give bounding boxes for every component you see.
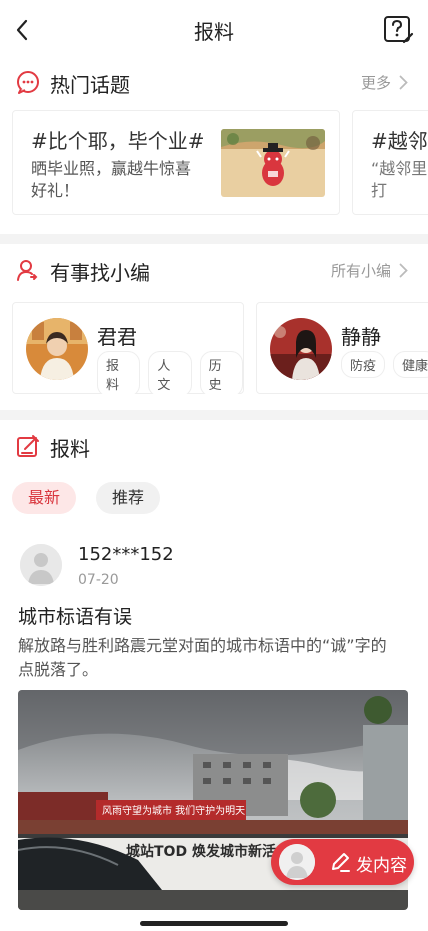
- find-editor-header: 有事找小编 所有小编: [0, 248, 428, 292]
- hot-topics-more-link[interactable]: 更多: [361, 72, 408, 93]
- hot-topics-section: 热门话题 更多 #比个耶，毕个业# 晒毕业照，赢越牛惊喜好礼！ #越邻 “越邻里…: [0, 60, 428, 234]
- editors-scroll[interactable]: 君君 报料 人文 历史 静静 防疫 健康: [12, 302, 428, 394]
- topic-title: #比个耶，毕个业#: [31, 129, 205, 153]
- find-editor-title: 有事找小编: [50, 261, 150, 285]
- photo-banner-text: 风雨守望为城市 我们守护为明天: [102, 804, 245, 817]
- home-indicator: [140, 921, 288, 926]
- report-tabs: 最新 推荐: [12, 482, 161, 514]
- tag[interactable]: 健康: [393, 351, 428, 378]
- page-title: 报料: [194, 20, 234, 44]
- person-icon: [17, 260, 38, 281]
- help-edit-icon: [384, 16, 414, 44]
- chat-bubble-icon: [17, 71, 39, 94]
- avatar[interactable]: [20, 544, 62, 586]
- post-content-button[interactable]: 发内容: [271, 839, 414, 885]
- report-header: 报料: [0, 424, 428, 468]
- tag[interactable]: 防疫: [341, 351, 386, 378]
- chevron-right-icon: [399, 75, 408, 90]
- all-editors-link[interactable]: 所有小编: [331, 260, 408, 281]
- post-body: 解放路与胜利路震元堂对面的城市标语中的“诚”字的点脱落了。: [18, 636, 387, 679]
- avatar: [279, 844, 315, 880]
- user-placeholder-icon: [279, 844, 315, 880]
- more-label: 更多: [360, 74, 391, 92]
- tag[interactable]: 历史: [199, 351, 243, 394]
- editor-card[interactable]: 君君 报料 人文 历史: [12, 302, 244, 394]
- photo-wall-text: 城站TOD 焕发城市新活力: [126, 843, 290, 860]
- topic-title: #越邻: [371, 129, 428, 153]
- post-title: 城市标语有误: [18, 606, 133, 628]
- editor-tags: 防疫 健康: [341, 351, 428, 378]
- tag[interactable]: 人文: [148, 351, 192, 394]
- editor-name: 君君: [97, 325, 137, 349]
- tab-recommended[interactable]: 推荐: [96, 482, 161, 514]
- topic-image: [221, 129, 325, 197]
- more-label: 所有小编: [330, 262, 391, 280]
- fab-label: 发内容: [356, 856, 407, 876]
- topic-desc: 晒毕业照，赢越牛惊喜好礼！: [31, 159, 192, 200]
- avatar: [26, 318, 88, 380]
- find-editor-section: 有事找小编 所有小编 君君 报料 人文 历史 静静 防疫 健康: [0, 244, 428, 410]
- tag[interactable]: 报料: [97, 351, 141, 394]
- chevron-right-icon: [399, 263, 408, 278]
- help-button[interactable]: [382, 14, 414, 46]
- user-placeholder-icon: [20, 544, 62, 586]
- hot-topics-title: 热门话题: [50, 73, 130, 97]
- topic-desc: “越邻里中心打: [371, 159, 428, 200]
- report-title: 报料: [50, 437, 90, 461]
- avatar: [270, 318, 332, 380]
- editor-card[interactable]: 静静 防疫 健康: [256, 302, 428, 394]
- editor-tags: 报料 人文 历史: [97, 351, 243, 394]
- editor-name: 静静: [341, 325, 381, 349]
- post-username: 152***152: [78, 544, 174, 565]
- topic-card[interactable]: #越邻 “越邻里中心打: [352, 110, 428, 215]
- topic-card[interactable]: #比个耶，毕个业# 晒毕业照，赢越牛惊喜好礼！: [12, 110, 340, 215]
- top-bar: 报料: [0, 0, 428, 60]
- pen-icon: [332, 853, 350, 872]
- hot-topics-scroll[interactable]: #比个耶，毕个业# 晒毕业照，赢越牛惊喜好礼！ #越邻 “越邻里 打: [12, 110, 428, 215]
- hot-topics-header: 热门话题 更多: [0, 60, 428, 104]
- tab-latest[interactable]: 最新: [12, 482, 77, 514]
- post-date: 07-20: [78, 572, 119, 588]
- edit-square-icon: [17, 435, 39, 457]
